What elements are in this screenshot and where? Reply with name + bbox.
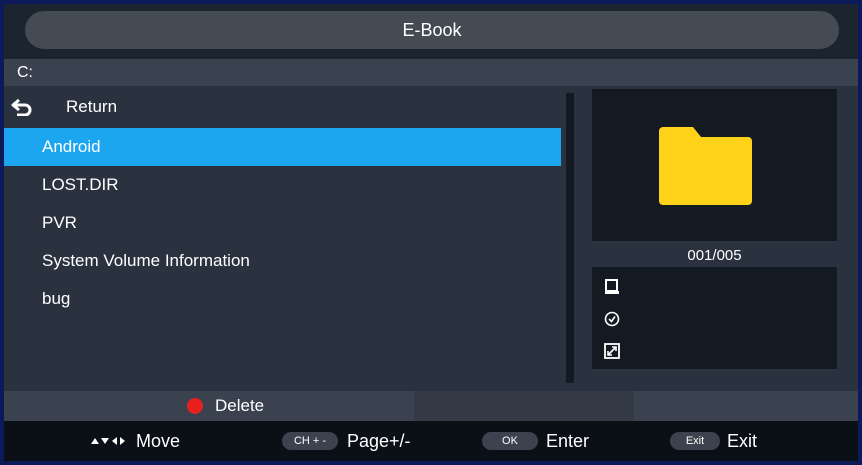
list-item-lost-dir[interactable]: LOST.DIR — [4, 166, 561, 204]
action-bar-segment — [414, 391, 634, 421]
exit-hint: Exit — [727, 431, 758, 451]
ebook-screen: E-Book C: Return Android LOST.DIR PVR Sy… — [4, 4, 858, 461]
enter-hint: Enter — [546, 431, 590, 451]
red-button-icon — [187, 398, 203, 414]
ch-key-icon: CH + - — [282, 432, 338, 450]
preview-panel — [592, 89, 837, 241]
header-band: E-Book — [4, 4, 858, 59]
key-hint-bar: Move CH + - Page+/- OK Enter Exit Exit — [4, 421, 858, 461]
list-item-label: System Volume Information — [42, 251, 250, 270]
page-counter: 001/005 — [687, 247, 742, 264]
list-item-label: bug — [42, 289, 71, 308]
current-path: C: — [17, 64, 33, 81]
path-bar: C: — [4, 59, 858, 86]
delete-label[interactable]: Delete — [215, 391, 264, 421]
return-label: Return — [66, 97, 118, 116]
list-item-label: Android — [42, 137, 101, 156]
navigation-arrows-icon — [91, 437, 125, 445]
list-item-label: PVR — [42, 213, 77, 232]
list-item-system-volume-information[interactable]: System Volume Information — [4, 242, 561, 280]
move-hint: Move — [136, 431, 181, 451]
file-info-panel — [592, 267, 837, 369]
folder-icon — [659, 127, 752, 205]
list-item-pvr[interactable]: PVR — [4, 204, 561, 242]
list-item-android[interactable]: Android — [4, 128, 561, 166]
ok-key-icon: OK — [482, 432, 538, 450]
return-row[interactable]: Return — [4, 88, 561, 126]
list-scrollbar[interactable] — [566, 93, 574, 383]
action-bar: Delete — [4, 391, 858, 421]
exit-key-icon: Exit — [670, 432, 720, 450]
page-hint: Page+/- — [347, 431, 411, 451]
list-item-bug[interactable]: bug — [4, 280, 561, 318]
return-icon — [11, 98, 32, 116]
resize-icon — [604, 343, 620, 359]
file-list: Return Android LOST.DIR PVR System Volum… — [4, 86, 564, 391]
clock-icon — [604, 311, 620, 327]
list-item-label: LOST.DIR — [42, 175, 119, 194]
document-icon — [605, 279, 619, 294]
page-title: E-Book — [25, 11, 839, 49]
